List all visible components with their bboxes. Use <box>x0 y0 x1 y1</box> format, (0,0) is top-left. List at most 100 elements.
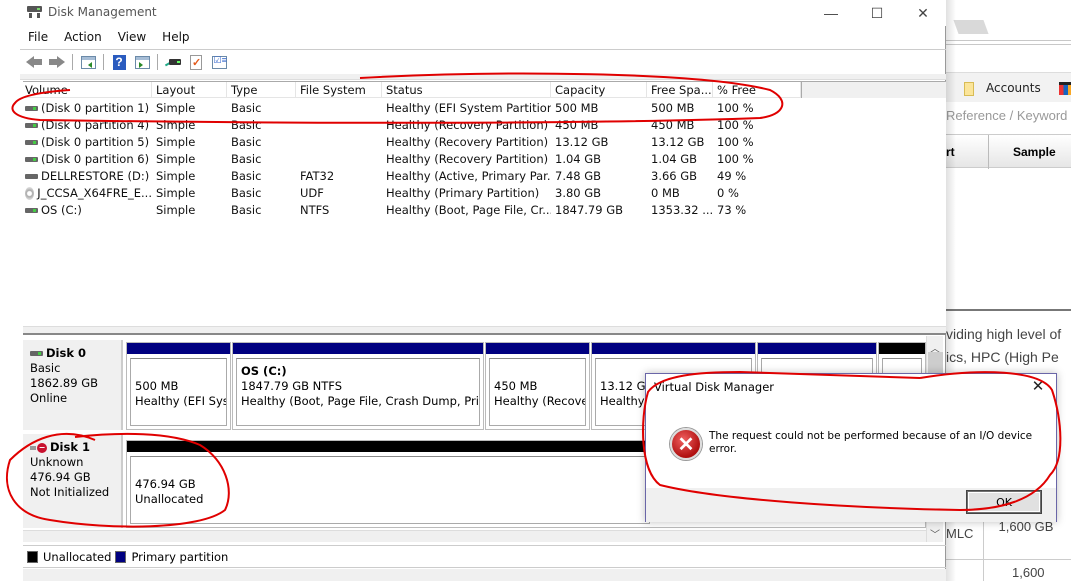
optical-disc-icon <box>25 187 35 200</box>
toolbar-separator <box>157 54 158 70</box>
show-hide-action-pane-button[interactable] <box>132 52 152 72</box>
layout-cell: Simple <box>156 135 196 149</box>
properties-button[interactable] <box>209 52 229 72</box>
dialog-message: The request could not be performed becau… <box>709 430 1033 455</box>
column-header-status[interactable]: Status <box>382 82 551 98</box>
connect-drive-button[interactable] <box>163 52 183 72</box>
scroll-down-icon[interactable]: ﹀ <box>930 526 940 541</box>
menu-file[interactable]: File <box>20 28 56 48</box>
capacity-cell: 1847.79 GB <box>555 203 624 217</box>
menu-view[interactable]: View <box>110 28 154 48</box>
drive-icon <box>25 208 38 213</box>
checklist-button[interactable] <box>186 52 206 72</box>
table-row[interactable]: (Disk 0 partition 6) Simple Basic Health… <box>23 151 946 168</box>
column-header-free-space[interactable]: Free Spa... <box>647 82 713 98</box>
status-cell: Healthy (Boot, Page File, Cr... <box>386 203 551 217</box>
partition-block[interactable]: 450 MB Healthy (Recover <box>485 342 590 430</box>
free-space-cell: 3.66 GB <box>651 169 698 183</box>
volume-name: OS (C:) <box>41 203 82 217</box>
table-header: rt Sample <box>946 134 1071 169</box>
drive-icon <box>25 157 38 162</box>
title-bar[interactable]: Disk Management — ☐ ✕ <box>0 0 946 26</box>
partition-size: 450 MB <box>494 379 538 393</box>
pane-splitter[interactable] <box>23 326 946 335</box>
virtual-disk-manager-dialog: Virtual Disk Manager ✕ ✕ The request cou… <box>645 373 1057 522</box>
file-system-cell <box>296 117 382 134</box>
table-row[interactable]: DELLRESTORE (D:) Simple Basic FAT32 Heal… <box>23 168 946 185</box>
table-row[interactable]: (Disk 0 partition 5) Simple Basic Health… <box>23 134 946 151</box>
menu-help[interactable]: Help <box>154 28 197 48</box>
layout-cell: Simple <box>156 203 196 217</box>
show-hide-console-tree-icon <box>80 55 96 69</box>
disk-size: 476.94 GB <box>30 470 91 484</box>
type-cell: Basic <box>231 101 262 115</box>
disk-management-icon <box>27 6 42 19</box>
minimize-icon: — <box>824 5 838 21</box>
column-header-type[interactable]: Type <box>227 82 296 98</box>
help-button[interactable]: ? <box>109 52 129 72</box>
layout-cell: Simple <box>156 169 196 183</box>
help-icon: ? <box>112 54 126 70</box>
legend-item-unallocated: Unallocated <box>27 550 111 564</box>
primary-partition-bar <box>127 343 230 354</box>
minimize-button[interactable]: — <box>808 0 854 26</box>
disk-1-label[interactable]: − Disk 1 Unknown 476.94 GB Not Initialize… <box>23 434 123 528</box>
percent-free-cell: 73 % <box>717 203 747 217</box>
forward-button[interactable] <box>47 52 67 72</box>
menu-bar: File Action View Help <box>20 28 198 48</box>
dialog-close-button[interactable]: ✕ <box>1026 376 1050 396</box>
divider <box>946 559 1071 560</box>
back-button[interactable] <box>24 52 44 72</box>
horizontal-scrollbar[interactable] <box>23 530 926 542</box>
legend-label: Primary partition <box>131 549 229 564</box>
drive-icon <box>25 123 38 128</box>
free-space-cell: 1.04 GB <box>651 152 698 166</box>
status-cell: Healthy (Recovery Partition) <box>386 152 549 166</box>
ok-button[interactable]: OK <box>967 491 1041 513</box>
maximize-button[interactable]: ☐ <box>854 0 900 26</box>
partition-size: 1847.79 GB NTFS <box>241 379 343 393</box>
table-row[interactable]: OS (C:) Simple Basic NTFS Healthy (Boot,… <box>23 202 946 219</box>
search-field[interactable]: Reference / Keyword <box>946 108 1067 123</box>
primary-partition-bar <box>486 343 589 354</box>
table-row[interactable]: (Disk 0 partition 4) Simple Basic Health… <box>23 117 946 134</box>
type-cell: Basic <box>231 118 262 132</box>
type-cell: Basic <box>231 203 262 217</box>
capacity-cell: 1.04 GB <box>555 152 602 166</box>
divider <box>20 49 946 50</box>
layout-cell: Simple <box>156 101 196 115</box>
disk-0-label[interactable]: Disk 0 Basic 1862.89 GB Online <box>23 340 123 430</box>
volume-name: (Disk 0 partition 1) <box>41 101 150 115</box>
close-icon: ✕ <box>917 4 929 21</box>
disk-name: Disk 0 <box>46 346 86 360</box>
column-header-volume[interactable]: Volume <box>23 82 152 98</box>
file-system-cell: NTFS <box>300 203 330 217</box>
layout-cell: Simple <box>156 118 196 132</box>
file-system-cell <box>296 100 382 117</box>
volume-name: (Disk 0 partition 4) <box>41 118 150 132</box>
partition-status: Healthy (Boot, Page File, Crash Dump, Pr… <box>241 394 480 408</box>
layout-cell: Simple <box>156 152 196 166</box>
partition-block[interactable]: OS (C:) 1847.79 GB NTFS Healthy (Boot, P… <box>232 342 484 430</box>
partition-status: Healthy (Recover <box>494 394 586 408</box>
partition-block[interactable]: 500 MB Healthy (EFI Syste <box>126 342 231 430</box>
status-cell: Healthy (Recovery Partition) <box>386 118 549 132</box>
column-header-file-system[interactable]: File System <box>296 82 382 98</box>
table-row[interactable]: J_CCSA_X64FRE_E... Simple Basic UDF Heal… <box>23 185 946 202</box>
type-cell: Basic <box>231 152 262 166</box>
close-button[interactable]: ✕ <box>900 0 946 26</box>
partition-status: Healthy (EFI Syste <box>135 394 226 408</box>
browser-tab[interactable] <box>953 20 989 34</box>
column-header-capacity[interactable]: Capacity <box>551 82 647 98</box>
shopping-bag-icon[interactable] <box>1059 82 1071 95</box>
divider <box>946 40 1071 41</box>
status-cell: Healthy (Recovery Partition) <box>386 135 549 149</box>
bookmarks-bar: Accounts <box>946 72 1071 102</box>
show-hide-console-tree-button[interactable] <box>78 52 98 72</box>
bookmark-accounts[interactable]: Accounts <box>986 81 1041 95</box>
column-header-layout[interactable]: Layout <box>152 82 227 98</box>
column-header-percent-free[interactable]: % Free <box>713 82 801 98</box>
percent-free-cell: 100 % <box>717 118 754 132</box>
menu-action[interactable]: Action <box>56 28 110 48</box>
table-row[interactable]: (Disk 0 partition 1) Simple Basic Health… <box>23 100 946 117</box>
